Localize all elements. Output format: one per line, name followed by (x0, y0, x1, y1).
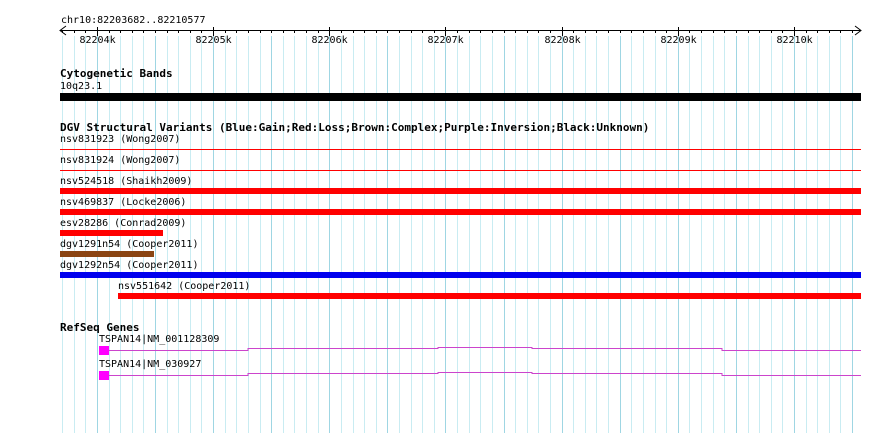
dgv-feature-bar (118, 293, 861, 299)
dgv-feature-label[interactable]: dgv1292n54 (Cooper2011) (60, 260, 198, 271)
ruler-tick-label: 82209k (660, 35, 697, 46)
ruler-tick-label: 82206k (311, 35, 348, 46)
ruler-tick-label: 82207k (427, 35, 464, 46)
dgv-feature-label[interactable]: nsv551642 (Cooper2011) (118, 281, 250, 292)
refseq-gene-exon (99, 371, 109, 380)
cytoband-track-title[interactable]: Cytogenetic Bands (60, 68, 173, 79)
refseq-track-title[interactable]: RefSeq Genes (60, 322, 139, 333)
cytoband-label: 10q23.1 (60, 81, 103, 92)
ruler-tick-label: 82204k (79, 35, 116, 46)
dgv-feature-label[interactable]: nsv469837 (Locke2006) (60, 197, 186, 208)
dgv-feature-bar (60, 272, 861, 278)
dgv-feature-label[interactable]: esv28286 (Conrad2009) (60, 218, 186, 229)
dgv-feature-bar (60, 209, 861, 215)
dgv-feature-label[interactable]: nsv524518 (Shaikh2009) (60, 176, 192, 187)
dgv-feature-label[interactable]: nsv831924 (Wong2007) (60, 155, 180, 166)
refseq-gene-label[interactable]: TSPAN14|NM_001128309 (99, 334, 219, 345)
dgv-feature-label[interactable]: nsv831923 (Wong2007) (60, 134, 180, 145)
dgv-feature-label[interactable]: dgv1291n54 (Cooper2011) (60, 239, 198, 250)
ruler-location-label: chr10:82203682..82210577 (61, 15, 206, 26)
dgv-track-title[interactable]: DGV Structural Variants (Blue:Gain;Red:L… (60, 122, 649, 133)
dgv-feature-bar (60, 230, 163, 236)
ruler-tick-label: 82208k (544, 35, 581, 46)
cytoband-bar (60, 93, 861, 101)
ruler-tick-label: 82205k (195, 35, 232, 46)
dgv-feature-bar (60, 188, 861, 194)
dgv-feature-bar (60, 251, 154, 257)
refseq-gene-label[interactable]: TSPAN14|NM_030927 (99, 359, 201, 370)
ruler-tick-label: 82210k (776, 35, 813, 46)
refseq-gene-exon (99, 346, 109, 355)
